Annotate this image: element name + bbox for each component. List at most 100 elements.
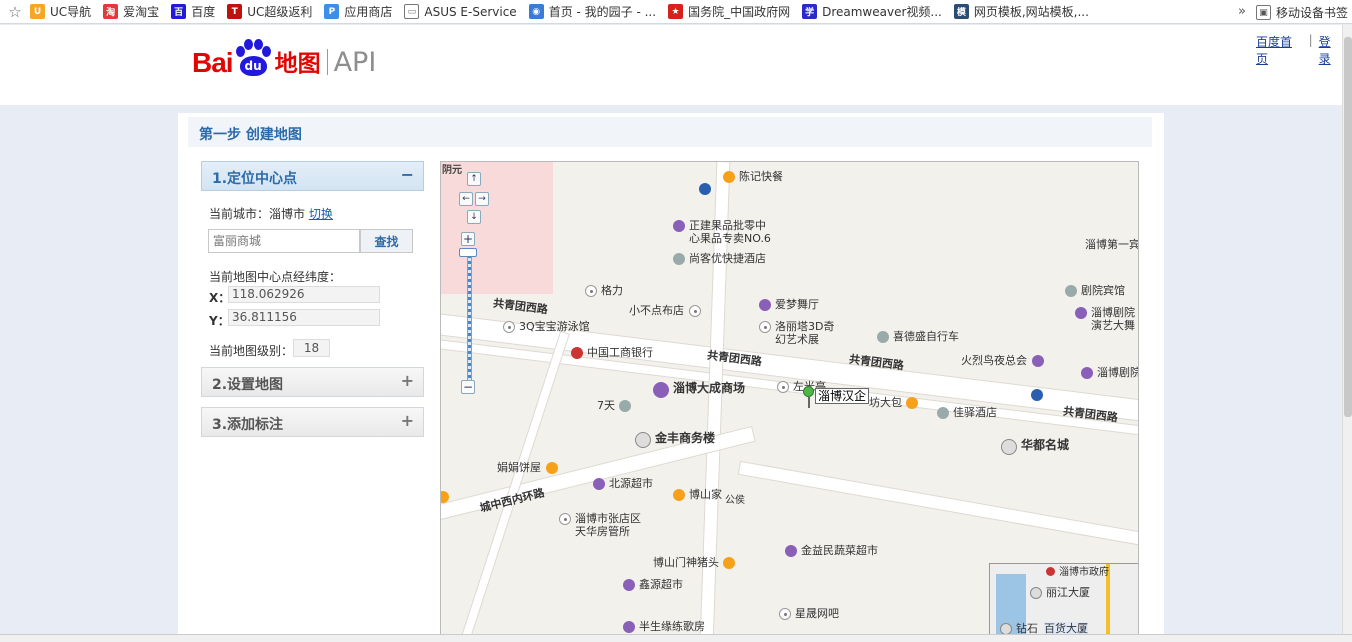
poi-jiayi[interactable]: 佳驿酒店 [937, 406, 997, 419]
hotel-icon [619, 400, 631, 412]
poi-jinyi[interactable]: 金益民蔬菜超市 [785, 544, 878, 557]
poi-bus-stop[interactable] [699, 182, 715, 195]
panel-set-map[interactable]: 2.设置地图 + [201, 367, 424, 397]
logo-ditu-text: 地图 [274, 51, 321, 77]
poi-fangdabao[interactable]: 坊大包 [869, 396, 922, 409]
search-input[interactable] [208, 229, 360, 253]
poi-gongce[interactable]: 公侯 [725, 494, 745, 507]
ktv-icon [623, 621, 635, 633]
poi-edge-food[interactable] [441, 490, 453, 503]
dance-hall-icon [759, 299, 771, 311]
scrollbar-thumb[interactable] [1344, 37, 1352, 417]
gov-icon [1046, 567, 1055, 576]
poi-huolie[interactable]: 火烈鸟夜总会 [961, 354, 1048, 367]
poi-beiyuan[interactable]: 北源超市 [593, 477, 653, 490]
baidu-map-api-logo[interactable]: Bai du 地图 API [192, 39, 376, 79]
poi-shangke[interactable]: 尚客优快捷酒店 [673, 252, 766, 265]
place-dot-icon [777, 381, 789, 393]
bookmark-baidu[interactable]: 百百度 [171, 3, 215, 20]
bank-icon [571, 347, 583, 359]
zoom-slider-handle[interactable] [459, 248, 477, 257]
logo-separator [326, 49, 328, 75]
supermarket-icon [785, 545, 797, 557]
pan-down-icon[interactable]: ↓ [467, 210, 481, 224]
y-field[interactable]: 36.811156 [228, 309, 380, 326]
bookmark-gov[interactable]: ★ 国务院_中国政府网 [668, 3, 790, 20]
bookmark-star-icon[interactable]: ☆ [0, 3, 30, 21]
pan-right-icon[interactable]: → [475, 192, 489, 206]
poi-juanjuan[interactable]: 娟娟饼屋 [497, 461, 562, 474]
supermarket-icon [593, 478, 605, 490]
switch-city-link[interactable]: 切换 [309, 207, 333, 221]
restaurant-icon [673, 489, 685, 501]
poi-zibo-no1[interactable]: 淄博第一宾 [1085, 238, 1138, 251]
expand-icon[interactable]: + [401, 411, 414, 430]
zoom-level-field[interactable]: 18 [293, 339, 330, 357]
panel-locate-center[interactable]: 1.定位中心点 − [201, 161, 424, 191]
poi-zibo-theater-2[interactable]: 淄博剧院 [1081, 366, 1138, 379]
poi-bus-stop-2[interactable] [1031, 388, 1047, 401]
bookmark-templates[interactable]: 模网页模板,网站模板,... [953, 3, 1089, 20]
map-marker-pin-icon[interactable] [803, 386, 815, 408]
baidu-home-link[interactable]: 百度首页 [1256, 33, 1303, 67]
search-button[interactable]: 查找 [360, 229, 413, 253]
bookmark-cnblogs[interactable]: ◉ 首页 - 我的园子 - ... [528, 3, 656, 20]
place-dot-icon [585, 285, 597, 297]
poi-dacheng[interactable]: 淄博大成商场 [653, 382, 745, 398]
poi-xiaobu[interactable]: 小不点布店 [629, 304, 705, 317]
expand-icon[interactable]: + [401, 371, 414, 390]
poi-boshanjia[interactable]: 博山家 [673, 488, 722, 501]
bookmark-app-store[interactable]: P 应用商店 [324, 3, 392, 20]
poi-zibo-theater[interactable]: 淄博剧院 演艺大舞 [1075, 306, 1135, 332]
page-scrollbar[interactable] [1342, 25, 1352, 635]
poi-luolita[interactable]: 洛丽塔3D奇 幻艺术展 [759, 320, 834, 346]
bookmark-aitaobao[interactable]: 淘爱淘宝 [103, 3, 159, 20]
poi-juyuan[interactable]: 剧院宾馆 [1065, 284, 1125, 297]
poi-jinfeng[interactable]: 金丰商务楼 [635, 432, 715, 448]
map-canvas[interactable]: 阴元 共青团西路 共青团西路 共青团西路 共青团西路 城中西内环路 陈记快餐 正… [440, 161, 1139, 642]
shopping-mall-icon [653, 382, 669, 398]
collapse-icon[interactable]: − [401, 165, 414, 184]
bookmark-asus[interactable]: ▭ ASUS E-Service [404, 4, 517, 19]
place-dot-icon [503, 321, 515, 333]
marker-label[interactable]: 淄博汉企 [815, 388, 870, 404]
pan-left-icon[interactable]: ← [459, 192, 473, 206]
baidu-paw-icon: du [234, 39, 272, 79]
panel-add-marker[interactable]: 3.添加标注 + [201, 407, 424, 437]
poi-xinyuan[interactable]: 鑫源超市 [623, 578, 683, 591]
overview-map[interactable]: 淄博市政府 丽江大厦 钻石 百货大厦 [989, 563, 1138, 641]
poi-xide[interactable]: 喜德盛自行车 [877, 330, 959, 343]
bakery-icon [546, 462, 558, 474]
poi-xingsheng[interactable]: 星晟网吧 [779, 607, 839, 620]
main-content: 第一步 创建地图 1.定位中心点 − 当前城市：淄博市 切换 查找 当前地图中心… [178, 113, 1164, 642]
bookmarks-more-button[interactable]: » [1238, 4, 1246, 19]
poi-zhengjian[interactable]: 正建果品批零中 心果品专卖NO.6 [673, 219, 771, 245]
poi-fangguan[interactable]: 淄博市张店区 天华房管所 [559, 512, 641, 538]
poi-aimeng[interactable]: 爱梦舞厅 [759, 298, 819, 311]
bookmark-uc-rebate[interactable]: T UC超级返利 [227, 3, 312, 20]
poi-huadu[interactable]: 华都名城 [1001, 439, 1069, 455]
map-pan-control: ↑ ← → ↓ [457, 172, 491, 227]
poi-geli[interactable]: 格力 [585, 284, 623, 297]
zoom-out-icon[interactable]: − [461, 380, 475, 394]
hotel-icon [937, 407, 949, 419]
bookmark-uc-nav[interactable]: U UC导航 [30, 3, 91, 20]
y-label: Y： [209, 314, 230, 328]
top-links: 百度首页 | 登录 [1256, 33, 1342, 67]
poi-youyong[interactable]: 3Q宝宝游泳馆 [503, 320, 590, 333]
poi-qitian[interactable]: 7天 [597, 399, 635, 412]
poi-bansheng[interactable]: 半生缘练歌房 [623, 620, 705, 633]
login-link[interactable]: 登录 [1319, 33, 1342, 67]
theater-icon [1075, 307, 1087, 319]
pan-up-icon[interactable]: ↑ [467, 172, 481, 186]
poi-gonghang[interactable]: 中国工商银行 [571, 346, 653, 359]
poi-boshanmen[interactable]: 博山门神猪头 [653, 556, 739, 569]
mobile-bookmarks[interactable]: ▣ 移动设备书签 [1256, 4, 1348, 21]
theater-icon [1081, 367, 1093, 379]
zoom-in-icon[interactable]: + [461, 232, 475, 246]
poi-chenji[interactable]: 陈记快餐 [723, 170, 783, 183]
bookmark-dreamweaver[interactable]: 学 Dreamweaver视频... [802, 3, 942, 20]
zoom-slider-track[interactable] [467, 254, 472, 388]
x-field[interactable]: 118.062926 [228, 286, 380, 303]
shop-icon [673, 220, 685, 232]
